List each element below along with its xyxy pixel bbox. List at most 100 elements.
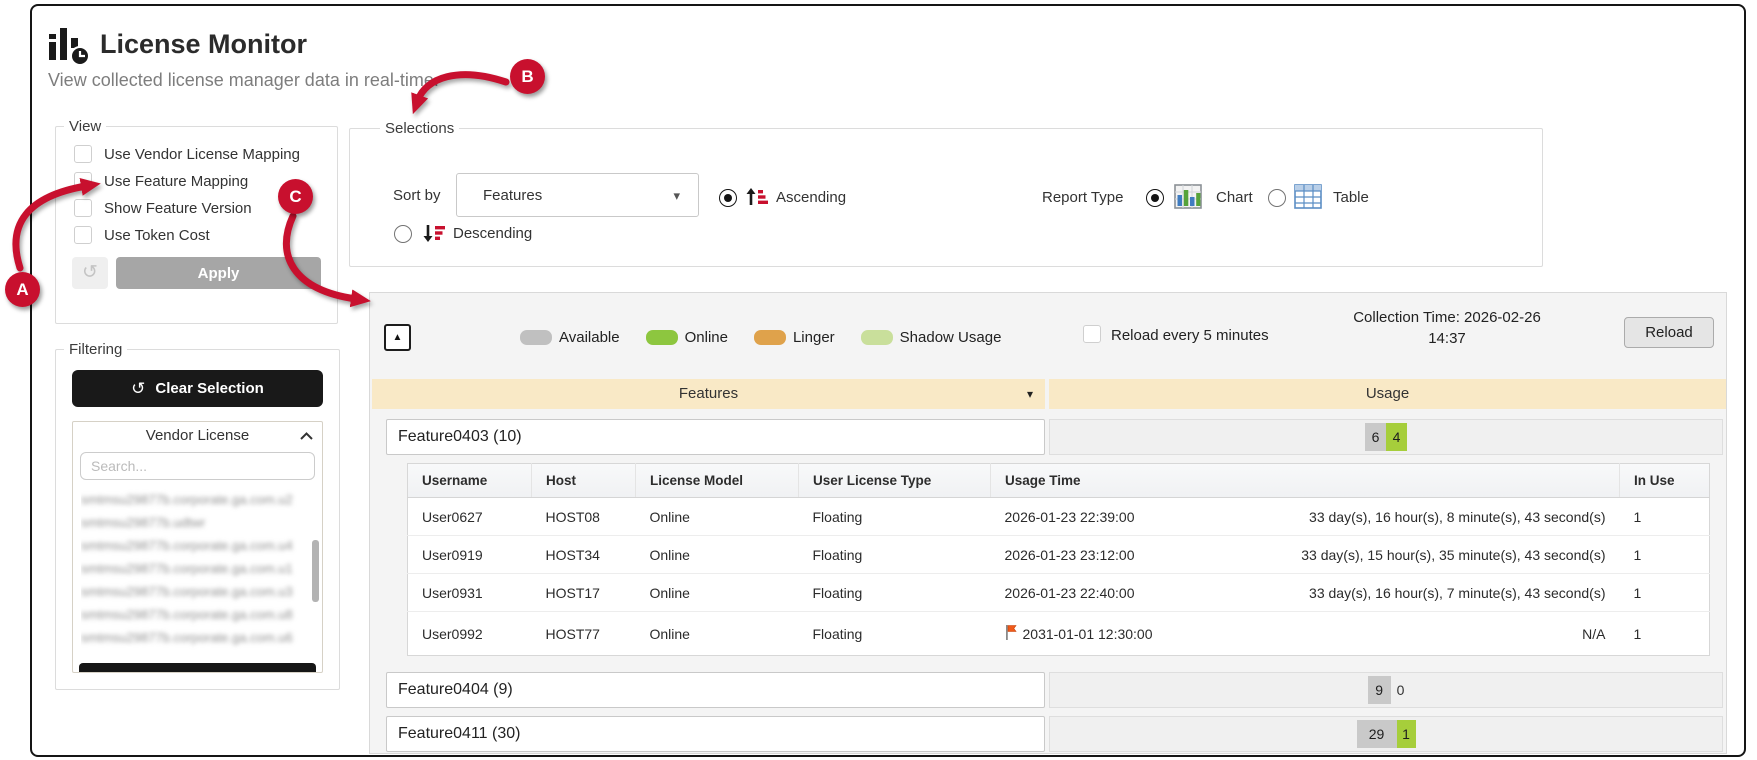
- legend-color-swatch: [645, 330, 678, 345]
- vendor-license-item-redacted[interactable]: smtmsu29877b.corporate.ga.com.u1: [81, 557, 320, 580]
- collapse-panel-button[interactable]: ▲: [384, 324, 411, 351]
- feature-name[interactable]: Feature0411 (30): [386, 716, 1045, 752]
- vendor-license-title: Vendor License: [145, 427, 250, 444]
- host-cell: HOST34: [545, 546, 600, 563]
- vendor-license-item-redacted[interactable]: smtmsu29877b.corporate.ga.com.u4: [81, 534, 320, 557]
- collection-time-line2: 14:37: [1428, 330, 1466, 347]
- usage-time-cell: 2026-01-23 23:12:00 33 day(s), 15 hour(s)…: [991, 536, 1620, 574]
- usage-duration: 33 day(s), 16 hour(s), 8 minute(s), 43 s…: [1309, 508, 1606, 525]
- descending-radio[interactable]: [394, 225, 412, 243]
- usage-online-segment: 4: [1386, 423, 1407, 451]
- user-license-row: User0627 HOST08 Online Floating 2026-01-23 2…: [408, 498, 1710, 536]
- usage-time-cell: 2026-01-23 22:39:00 33 day(s), 16 hour(s)…: [991, 498, 1620, 536]
- vendor-license-header[interactable]: Vendor License: [73, 422, 322, 450]
- vendor-license-item-redacted[interactable]: smtmsu29877b.corporate.ga.com.u3: [81, 580, 320, 603]
- license-model-cell: Online: [649, 625, 690, 642]
- usage-online-zero: 0: [1396, 682, 1405, 698]
- user-table-header-cell: User License Type: [798, 463, 991, 498]
- checkbox[interactable]: [74, 199, 92, 217]
- usage-available-segment: 29: [1356, 720, 1397, 748]
- vendor-search-input[interactable]: [80, 452, 315, 480]
- page-subtitle: View collected license manager data in r…: [48, 70, 439, 90]
- ascending-radio[interactable]: [719, 189, 737, 207]
- vendor-license-list: smtmsu29877b.corporate.ga.com.u2 smtmsu29…: [81, 488, 320, 664]
- usage-time-value: 2026-01-23 23:12:00: [1004, 546, 1135, 563]
- in-use-cell: 1: [1633, 625, 1642, 642]
- table-report-icon: [1294, 184, 1322, 214]
- feature-block: Feature0403 (10) 64 Username Host License …: [370, 419, 1726, 656]
- feature-name[interactable]: Feature0404 (9): [386, 672, 1045, 708]
- legend-color-swatch: [753, 330, 786, 345]
- usage-column-label: Usage: [1365, 385, 1410, 402]
- in-use-cell: 1: [1633, 584, 1642, 601]
- report-type-table-radio[interactable]: [1268, 189, 1286, 207]
- reload-every-checkbox[interactable]: [1083, 325, 1101, 343]
- selections-panel: Selections Sort by Features ▾ Ascending: [349, 120, 1543, 267]
- feature-name[interactable]: Feature0403 (10): [386, 419, 1045, 455]
- selections-panel-legend: Selections: [385, 120, 455, 137]
- features-column-header[interactable]: Features ▾: [372, 379, 1045, 409]
- usage-time-cell: 2026-01-23 22:40:00 33 day(s), 16 hour(s)…: [991, 574, 1620, 612]
- legend-label: Linger: [792, 329, 835, 346]
- user-table-header-row: Username Host License Model User License Ty…: [407, 463, 1710, 498]
- user-license-row: User0992 HOST77 Online Floating 2031-01-01 1…: [407, 611, 1710, 656]
- usage-available-segment: 9: [1367, 676, 1391, 704]
- license-model-cell: Online: [649, 584, 690, 601]
- checkbox[interactable]: [74, 172, 92, 190]
- ascending-label: Ascending: [776, 189, 847, 206]
- descending-label: Descending: [453, 225, 533, 242]
- usage-column-header: Usage: [1049, 379, 1726, 409]
- sort-ascending-icon: [746, 187, 768, 212]
- usage-time-value: 2026-01-23 22:40:00: [1004, 584, 1135, 601]
- clear-selection-button[interactable]: ↺ Clear Selection: [72, 370, 323, 407]
- username-cell: User0627: [422, 508, 483, 525]
- legend-item: Linger: [753, 329, 835, 346]
- view-undo-button[interactable]: ↺: [72, 257, 108, 289]
- flag-icon: [1005, 624, 1017, 643]
- sort-by-dropdown[interactable]: Features ▾: [456, 173, 699, 217]
- username-cell: User0931: [422, 584, 483, 601]
- usage-legend: Available Online Linger Shadow Usage: [520, 329, 1001, 346]
- view-panel: View Use Vendor License Mapping Use Feat…: [55, 118, 338, 324]
- usage-time-cell: 2031-01-01 12:30:00 N/A: [991, 612, 1620, 656]
- features-column-label: Features: [678, 385, 739, 402]
- vendor-license-item-redacted[interactable]: smtmsu29877b.udtwr: [81, 511, 320, 534]
- host-cell: HOST77: [545, 625, 600, 642]
- checkbox-label: Use Vendor License Mapping: [104, 145, 300, 163]
- collection-time: Collection Time: 2026-02-26 14:37: [1336, 307, 1558, 349]
- sort-descending-icon: [423, 223, 445, 248]
- vendor-license-box: Vendor License smtmsu29877b.corporate.ga…: [72, 421, 323, 673]
- reload-button[interactable]: Reload: [1624, 317, 1714, 348]
- legend-label: Available: [559, 329, 620, 346]
- chart-report-icon: [1174, 184, 1202, 214]
- legend-label: Online: [684, 329, 728, 346]
- vendor-list-scrollbar[interactable]: [312, 540, 319, 602]
- annotation-badge-b: B: [510, 59, 545, 94]
- user-license-row: User0931 HOST17 Online Floating 2026-01-23 2…: [407, 573, 1710, 612]
- report-type-chart-radio[interactable]: [1146, 189, 1164, 207]
- legend-item: Shadow Usage: [860, 329, 1002, 346]
- filtering-panel-legend: Filtering: [69, 341, 123, 358]
- vendor-license-item-redacted[interactable]: smtmsu29877b.corporate.ga.com.u6: [81, 626, 320, 649]
- checkbox[interactable]: [74, 145, 92, 163]
- vendor-license-item-redacted[interactable]: smtmsu29877b.corporate.ga.com.u2: [81, 488, 320, 511]
- host-cell: HOST08: [545, 508, 600, 525]
- table-label: Table: [1333, 189, 1369, 206]
- user-license-type-cell: Floating: [812, 584, 863, 601]
- feature-usage-bar: 90: [1049, 672, 1723, 708]
- feature-usage-bar: 64: [1049, 419, 1723, 455]
- usage-online-segment: 1: [1396, 720, 1416, 748]
- usage-duration: N/A: [1582, 625, 1606, 642]
- view-checkbox-row: Use Vendor License Mapping: [74, 145, 337, 163]
- vendor-list-cutoff-button[interactable]: [79, 663, 316, 672]
- in-use-cell: 1: [1633, 546, 1642, 563]
- legend-item: Available: [520, 329, 620, 346]
- vendor-license-item-redacted[interactable]: smtmsu29877b.corporate.ga.com.u8: [81, 603, 320, 626]
- apply-button[interactable]: Apply: [116, 257, 321, 289]
- checkbox[interactable]: [74, 226, 92, 244]
- host-cell: HOST17: [545, 584, 600, 601]
- usage-duration: 33 day(s), 15 hour(s), 35 minute(s), 43 …: [1301, 546, 1606, 563]
- annotation-badge-c: C: [278, 179, 313, 214]
- user-license-type-cell: Floating: [812, 546, 863, 563]
- legend-label: Shadow Usage: [899, 329, 1002, 346]
